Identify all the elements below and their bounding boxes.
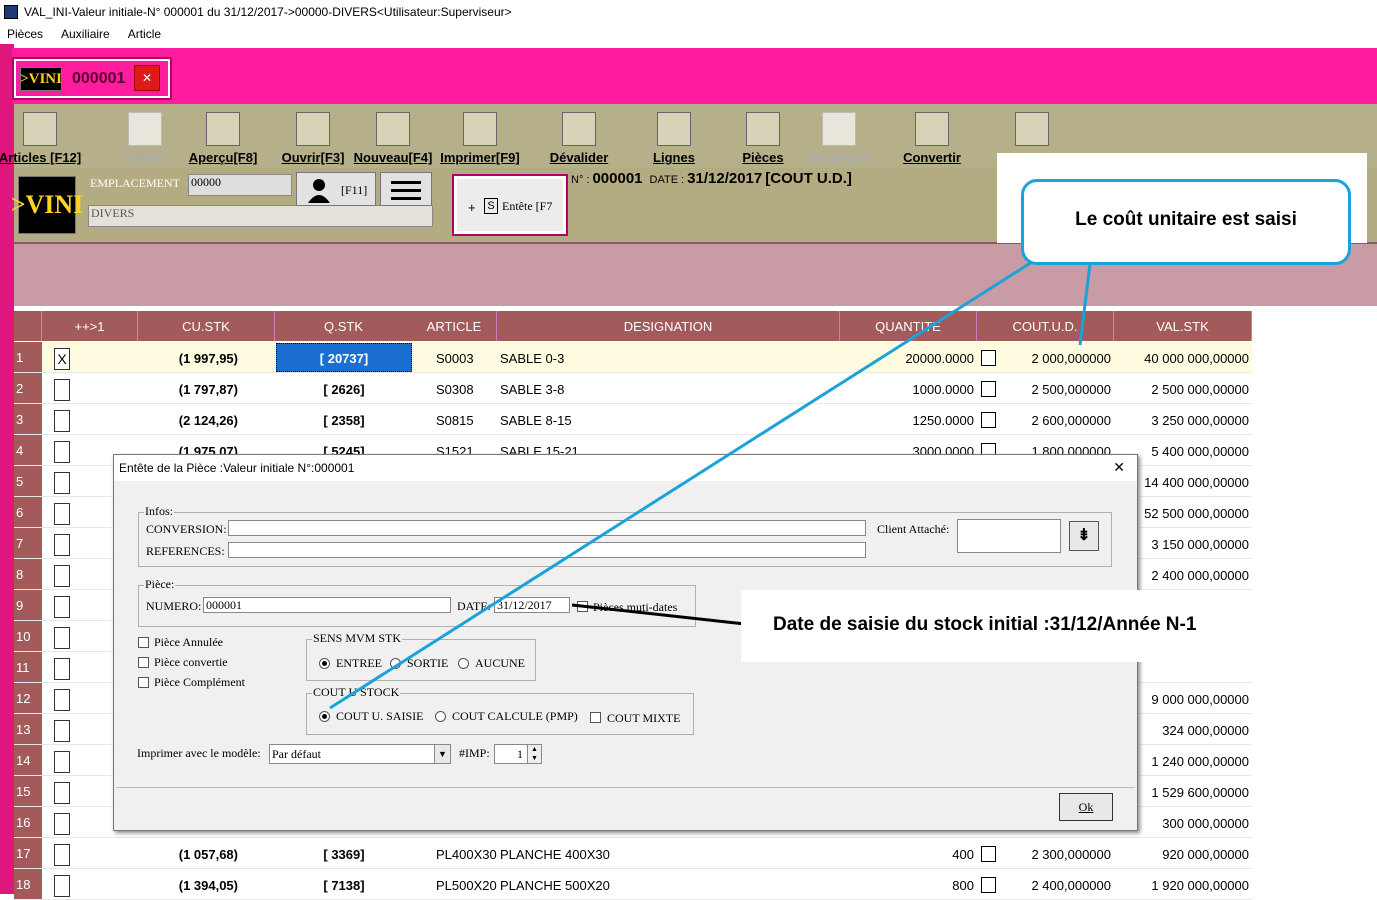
- annotation-lines: [329, 260, 1092, 710]
- date-callout-box: Date de saisie du stock initial :31/12/A…: [741, 590, 1271, 662]
- cost-callout: Le coût unitaire est saisi: [1075, 209, 1297, 230]
- date-callout: Date de saisie du stock initial :31/12/A…: [773, 614, 1197, 635]
- cost-callout-box: Le coût unitaire est saisi: [997, 153, 1367, 265]
